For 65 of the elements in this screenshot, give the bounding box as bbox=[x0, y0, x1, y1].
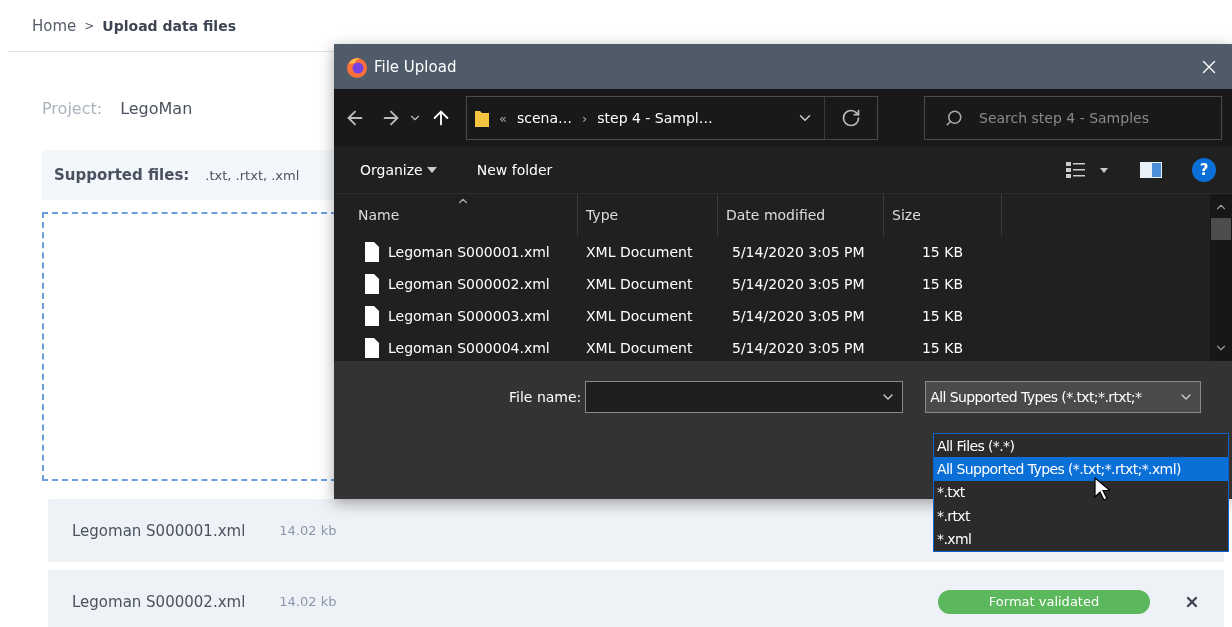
menu-option[interactable]: *.rtxt bbox=[934, 504, 1228, 528]
file-icon bbox=[364, 338, 380, 358]
column-header[interactable]: Type bbox=[578, 194, 718, 236]
new-folder-button[interactable]: New folder bbox=[476, 162, 553, 178]
folder-icon bbox=[475, 109, 489, 127]
file-size: 15 KB bbox=[920, 340, 964, 356]
scrollbar[interactable] bbox=[1210, 194, 1232, 361]
file-icon bbox=[364, 306, 380, 326]
column-header[interactable]: Size bbox=[884, 194, 1002, 236]
file-size: 14.02 kb bbox=[279, 523, 338, 538]
file-date: 5/14/2020 3:05 PM bbox=[731, 276, 866, 292]
file-name: Legoman S000001.xml bbox=[72, 521, 246, 540]
preview-pane-icon[interactable] bbox=[1140, 162, 1162, 178]
file-type: XML Document bbox=[585, 340, 694, 356]
view-options-icon[interactable] bbox=[1066, 161, 1110, 179]
supported-files-value: .txt, .rtxt, .xml bbox=[205, 167, 300, 183]
file-date: 5/14/2020 3:05 PM bbox=[731, 308, 866, 324]
organize-button[interactable]: Organize bbox=[360, 162, 437, 178]
file-type-select[interactable]: All Supported Types (*.txt;*.rtxt;* bbox=[925, 381, 1202, 413]
path-overflow: « bbox=[499, 110, 507, 126]
address-bar[interactable]: « scena… › step 4 - Sampl… bbox=[466, 96, 878, 140]
menu-option[interactable]: All Supported Types (*.txt;*.rtxt;*.xml) bbox=[934, 457, 1228, 481]
menu-option[interactable]: *.xml bbox=[934, 527, 1228, 551]
file-list-item[interactable]: Legoman S000004.xml bbox=[364, 338, 584, 358]
file-type: XML Document bbox=[585, 276, 694, 292]
file-list-item[interactable]: Legoman S000002.xml bbox=[364, 274, 584, 294]
path-segment[interactable]: scena… bbox=[516, 110, 573, 126]
file-list-item[interactable]: Legoman S000001.xml bbox=[364, 242, 584, 262]
project-label: Project: bbox=[42, 98, 103, 118]
page-title: Upload data files bbox=[102, 17, 236, 34]
file-date: 5/14/2020 3:05 PM bbox=[731, 340, 866, 356]
path-separator: › bbox=[582, 110, 588, 126]
supported-files-label: Supported files: bbox=[54, 166, 190, 184]
breadcrumb-separator: > bbox=[84, 18, 95, 33]
caret-icon bbox=[426, 167, 437, 173]
menu-option[interactable]: *.txt bbox=[934, 480, 1228, 505]
search-field[interactable]: Search step 4 - Samples bbox=[924, 96, 1222, 140]
scrollbar-thumb[interactable] bbox=[1211, 218, 1231, 240]
file-size: 15 KB bbox=[920, 276, 964, 292]
project-name: LegoMan bbox=[120, 98, 193, 118]
file-size: 14.02 kb bbox=[279, 594, 338, 609]
file-size: 15 KB bbox=[920, 308, 964, 324]
file-name: Legoman S000002.xml bbox=[72, 592, 246, 611]
dialog-title: File Upload bbox=[374, 57, 458, 76]
help-button[interactable]: ? bbox=[1192, 158, 1216, 182]
column-header[interactable]: Name bbox=[358, 194, 578, 236]
file-name-field[interactable] bbox=[585, 381, 904, 413]
path-segment[interactable]: step 4 - Sampl… bbox=[597, 110, 713, 126]
menu-option[interactable]: All Files (*.*) bbox=[934, 434, 1228, 458]
file-size: 15 KB bbox=[920, 244, 964, 260]
mouse-pointer-icon bbox=[1094, 477, 1110, 501]
browser-logo-icon bbox=[346, 55, 368, 78]
search-icon bbox=[945, 109, 963, 127]
file-icon bbox=[364, 274, 380, 294]
search-input[interactable]: Search step 4 - Samples bbox=[977, 109, 1211, 127]
file-type: XML Document bbox=[585, 244, 694, 260]
refresh-icon[interactable] bbox=[841, 108, 861, 128]
file-type: XML Document bbox=[585, 308, 694, 324]
status-badge: Format validated bbox=[938, 589, 1150, 614]
file-name-label: File name: bbox=[509, 389, 582, 405]
file-list-item[interactable]: Legoman S000003.xml bbox=[364, 306, 584, 326]
breadcrumb-link[interactable]: Home bbox=[32, 16, 77, 35]
file-date: 5/14/2020 3:05 PM bbox=[731, 244, 866, 260]
column-header[interactable]: Date modified bbox=[718, 194, 884, 236]
file-icon bbox=[364, 242, 380, 262]
